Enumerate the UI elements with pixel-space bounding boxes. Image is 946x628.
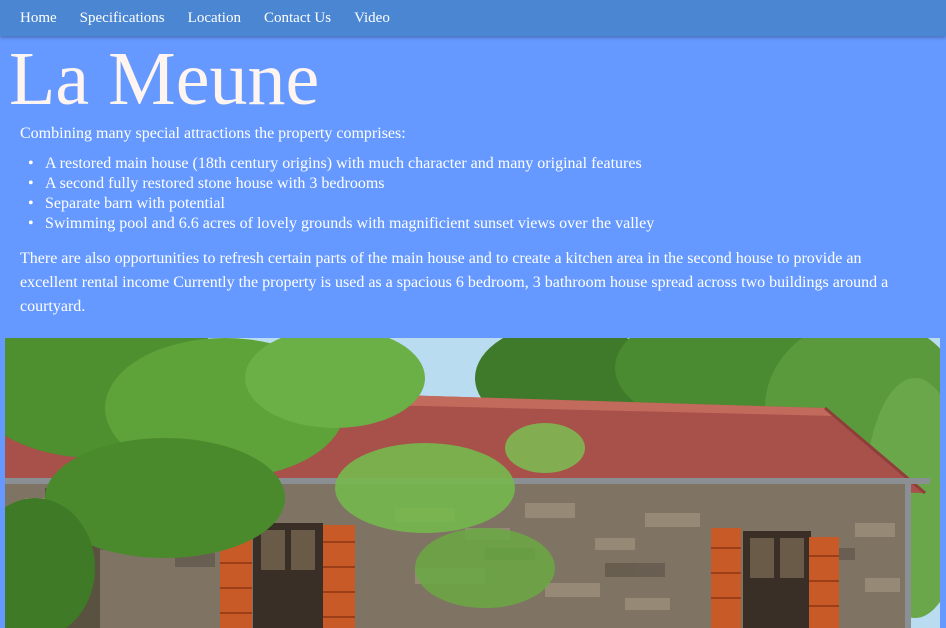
nav-link-location[interactable]: Location xyxy=(188,2,241,34)
nav-link-video[interactable]: Video xyxy=(354,2,390,34)
intro-text: Combining many special attractions the p… xyxy=(20,125,406,142)
nav-link-contact-us[interactable]: Contact Us xyxy=(264,2,331,34)
feature-list: A restored main house (18th century orig… xyxy=(28,154,915,234)
nav-link-home[interactable]: Home xyxy=(20,2,57,34)
feature-item: A second fully restored stone house with… xyxy=(28,174,915,194)
nav-link-specifications[interactable]: Specifications xyxy=(80,2,165,34)
stone-house-illustration xyxy=(5,338,940,628)
description-text: There are also opportunities to refresh … xyxy=(20,250,889,315)
feature-item: A restored main house (18th century orig… xyxy=(28,154,915,174)
feature-item: Swimming pool and 6.6 acres of lovely gr… xyxy=(28,214,915,234)
feature-item: Separate barn with potential xyxy=(28,194,915,214)
page-title: La Meune xyxy=(9,37,320,121)
top-navbar: Home Specifications Location Contact Us … xyxy=(0,0,946,36)
property-photo xyxy=(5,338,940,628)
